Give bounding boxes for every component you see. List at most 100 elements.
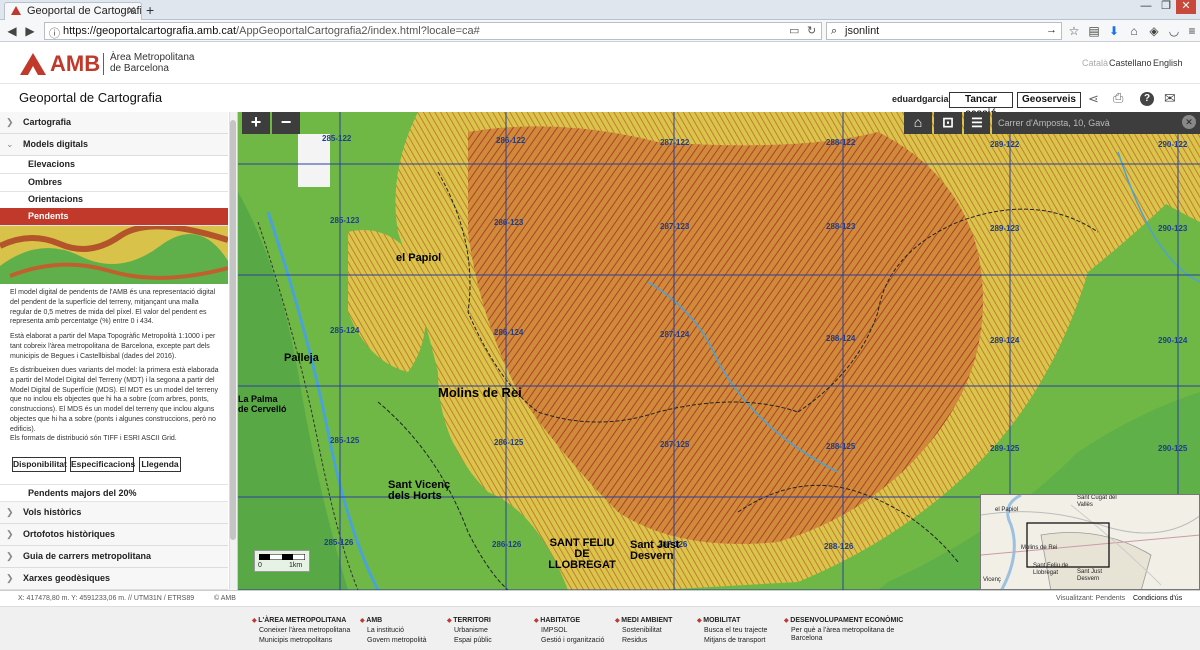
- help-icon[interactable]: ?: [1140, 92, 1154, 106]
- footer-link[interactable]: Govern metropolità: [360, 637, 427, 644]
- download-icon[interactable]: ⬇: [1106, 23, 1122, 39]
- address-search-input[interactable]: Carrer d'Amposta, 10, Gavà ✕: [992, 112, 1200, 134]
- overview-minimap[interactable]: Sant Cugat del Vallès el Papiol Molins d…: [980, 494, 1200, 590]
- subitem-pendents-majors[interactable]: Pendents majors del 20%: [0, 484, 228, 502]
- availability-button[interactable]: Disponibilitat: [12, 457, 67, 472]
- chevron-right-icon: ❯: [6, 551, 14, 561]
- tile-label: 288-124: [826, 334, 856, 343]
- browser-tab[interactable]: Geoportal de Cartografia v... ✕: [4, 2, 142, 20]
- footer-link[interactable]: Mitjans de transport: [697, 637, 767, 644]
- print-icon[interactable]: ⎙: [1113, 90, 1123, 106]
- geoserveis-button[interactable]: Geoserveis: [1017, 92, 1081, 108]
- footer-link[interactable]: Urbanisme: [447, 627, 492, 634]
- tile-label: 290-125: [1158, 444, 1188, 453]
- url-host: https://geoportalcartografia.amb.cat: [63, 25, 237, 37]
- terms-link[interactable]: Condicions d'ús: [1133, 595, 1182, 602]
- new-tab-button[interactable]: +: [146, 2, 154, 18]
- close-window-icon[interactable]: ✕: [1176, 0, 1196, 14]
- footer-link[interactable]: Per què a l'àrea metropolitana de Barcel…: [784, 627, 904, 643]
- logo-text[interactable]: AMB: [50, 51, 100, 77]
- section-models-digitals[interactable]: ⌄ Models digitals: [0, 134, 228, 156]
- minimize-icon[interactable]: —: [1136, 0, 1156, 14]
- reload-icon[interactable]: ↻: [807, 24, 816, 37]
- specifications-button[interactable]: Especificacions: [70, 457, 135, 472]
- zoom-in-button[interactable]: +: [242, 112, 270, 134]
- footer-link[interactable]: Municipis metropolitans: [252, 637, 350, 644]
- copyright: © AMB: [214, 595, 236, 602]
- reader-icon[interactable]: ▭: [789, 24, 799, 37]
- home-extent-button[interactable]: ⌂: [904, 112, 932, 134]
- section-guia-carrers[interactable]: ❯ Guia de carrers metropolitana: [0, 546, 228, 568]
- search-go-icon[interactable]: →: [1046, 24, 1057, 36]
- pocket-icon[interactable]: ◡: [1166, 23, 1182, 39]
- minimap-label: el Papiol: [995, 507, 1019, 513]
- back-icon[interactable]: ◀: [4, 23, 20, 39]
- menu-icon[interactable]: ≡: [1184, 23, 1200, 39]
- zoom-out-button[interactable]: −: [272, 112, 300, 134]
- town-label: Sant Just Desvern: [630, 539, 680, 562]
- subitem-ombres[interactable]: Ombres: [0, 174, 228, 192]
- chevron-down-icon: ⌄: [6, 139, 14, 149]
- org-name: Àrea Metropolitana de Barcelona: [110, 52, 195, 74]
- lang-es[interactable]: Castellano: [1109, 58, 1152, 68]
- share-icon[interactable]: ⋖: [1088, 91, 1099, 107]
- bookmark-star-icon[interactable]: ☆: [1066, 23, 1082, 39]
- clear-search-icon[interactable]: ✕: [1182, 115, 1196, 129]
- close-tab-icon[interactable]: ✕: [127, 4, 136, 17]
- minimap-label: Sant Cugat del Vallès: [1077, 495, 1117, 508]
- footer-link[interactable]: Gestió i organització: [534, 637, 604, 644]
- shield-icon[interactable]: ◈: [1146, 23, 1162, 39]
- app-title: Geoportal de Cartografia: [19, 90, 163, 105]
- lang-ca[interactable]: Català: [1082, 58, 1108, 68]
- tile-label: 289-122: [990, 140, 1020, 149]
- section-label: Xarxes geodèsiques: [23, 573, 111, 583]
- browser-nav-bar: ◀ ▶ ⓘ https://geoportalcartografia.amb.c…: [0, 20, 1200, 42]
- site-header: AMB Àrea Metropolitana de Barcelona Cata…: [0, 43, 1200, 83]
- footer-link[interactable]: Residus: [615, 637, 672, 644]
- footer-link[interactable]: Sostenibilitat: [615, 627, 672, 634]
- subitem-pendents[interactable]: Pendents: [0, 208, 228, 226]
- section-label: Guia de carrers metropolitana: [23, 551, 152, 561]
- footer-link[interactable]: Coneixer l'àrea metropolitana: [252, 627, 350, 634]
- town-label: SANT FELIU DE LLOBREGAT: [548, 537, 616, 571]
- mail-icon[interactable]: ✉: [1164, 90, 1176, 107]
- footer-link[interactable]: Busca el teu trajecte: [697, 627, 767, 634]
- layers-icon[interactable]: ☰: [964, 112, 990, 134]
- logout-button[interactable]: Tancar sessió: [949, 92, 1013, 119]
- footer-link[interactable]: IMPSOL: [534, 627, 604, 634]
- section-xarxes-geodesiques[interactable]: ❯ Xarxes geodèsiques: [0, 568, 228, 590]
- crop-icon[interactable]: ⊡: [934, 112, 962, 134]
- footer-link[interactable]: Espai públic: [447, 637, 492, 644]
- sidebar-scroll-thumb[interactable]: [230, 120, 236, 540]
- clipboard-icon[interactable]: ▤: [1086, 23, 1102, 39]
- section-vols-historics[interactable]: ❯ Vols històrics: [0, 502, 228, 524]
- forward-icon[interactable]: ▶: [22, 23, 38, 39]
- address-bar[interactable]: ⓘ https://geoportalcartografia.amb.cat/A…: [44, 22, 822, 40]
- home-icon[interactable]: ⌂: [1126, 23, 1142, 39]
- section-label: Cartografia: [23, 117, 72, 127]
- description-p1: El model digital de pendents de l'AMB és…: [10, 289, 216, 326]
- map-view[interactable]: 285-122 286-122 287-122 288-122 289-122 …: [238, 112, 1200, 590]
- browser-search-input[interactable]: ⌕ jsonlint →: [826, 22, 1062, 40]
- url-path: /AppGeoportalCartografia2/index.html?loc…: [236, 25, 480, 37]
- footer-col-medi-ambient: MEDI AMBIENT Sostenibilitat Residus: [615, 617, 672, 647]
- section-ortofotos[interactable]: ❯ Ortofotos històriques: [0, 524, 228, 546]
- tile-label: 286-125: [494, 438, 524, 447]
- lang-en[interactable]: English: [1153, 58, 1183, 68]
- app-header: Geoportal de Cartografia eduardgarcia Ta…: [0, 83, 1200, 119]
- footer-col-amb: AMB La institució Govern metropolità: [360, 617, 427, 647]
- footer-link[interactable]: La institució: [360, 627, 427, 634]
- subitem-orientacions[interactable]: Orientacions: [0, 191, 228, 209]
- tile-label: 288-122: [826, 138, 856, 147]
- legend-button[interactable]: Llegenda: [139, 457, 181, 472]
- tile-label: 289-123: [990, 224, 1020, 233]
- subitem-elevacions[interactable]: Elevacions: [0, 156, 228, 174]
- tile-label: 286-124: [494, 328, 524, 337]
- footer-col-habitatge: HABITATGE IMPSOL Gestió i organització: [534, 617, 604, 647]
- footer-heading: AMB: [360, 617, 427, 624]
- maximize-icon[interactable]: ❐: [1156, 0, 1176, 14]
- description-p4: Els formats de distribució són TIFF i ES…: [10, 435, 177, 442]
- address-search-placeholder: Carrer d'Amposta, 10, Gavà: [998, 118, 1110, 128]
- tile-label: 285-122: [322, 134, 352, 143]
- section-cartografia[interactable]: ❯ Cartografia: [0, 112, 228, 134]
